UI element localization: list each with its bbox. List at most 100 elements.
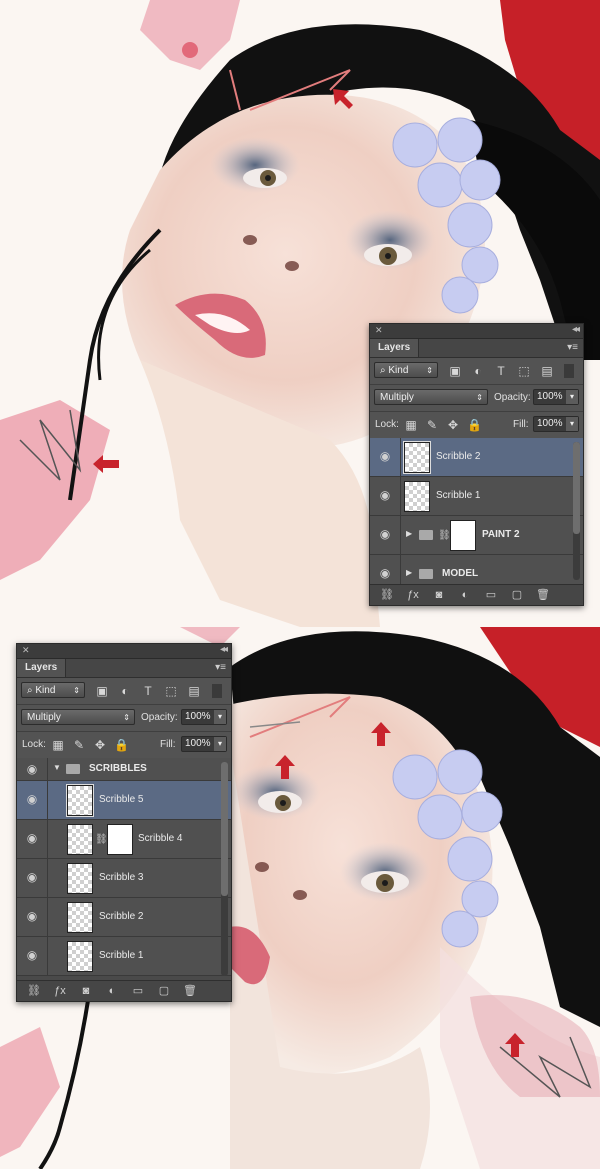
image-filter-icon[interactable]: ▣: [95, 684, 109, 698]
tab-layers[interactable]: Layers: [17, 659, 67, 677]
layer-group-row[interactable]: ◉ ▼ SCRIBBLES: [17, 758, 231, 781]
collapse-icon[interactable]: ◂◂: [572, 324, 580, 335]
adjustment-icon[interactable]: ◐: [458, 588, 472, 602]
eye-icon[interactable]: ◉: [23, 948, 41, 962]
eye-icon[interactable]: ◉: [23, 762, 41, 776]
adjustment-icon[interactable]: ◐: [105, 984, 119, 998]
type-filter-icon[interactable]: T: [494, 364, 508, 378]
fill-field[interactable]: 100% ▾: [533, 416, 579, 432]
scrollbar[interactable]: [573, 442, 580, 580]
fill-value: 100%: [537, 418, 563, 429]
filter-toggle[interactable]: [212, 684, 222, 698]
layer-row[interactable]: ◉ ▶ MODEL: [370, 555, 583, 584]
layer-name: Scribble 2: [436, 451, 481, 462]
layer-row[interactable]: ◉ Scribble 2: [17, 898, 231, 937]
filter-toggle[interactable]: [564, 364, 574, 378]
folder-icon: [66, 764, 80, 774]
shape-filter-icon[interactable]: ⬚: [164, 684, 178, 698]
mask-icon[interactable]: ◙: [432, 588, 446, 602]
layer-name: SCRIBBLES: [89, 763, 147, 774]
eye-icon[interactable]: ◉: [376, 566, 394, 580]
chain-icon[interactable]: ⛓: [95, 834, 108, 845]
dropdown-arrow-icon[interactable]: ▾: [214, 737, 226, 751]
eye-icon[interactable]: ◉: [376, 527, 394, 541]
blend-row: Multiply ⇕ Opacity: 100% ▾: [370, 385, 583, 412]
scrollbar-thumb[interactable]: [221, 762, 228, 896]
new-group-icon[interactable]: ▭: [484, 588, 498, 602]
opacity-field[interactable]: 100% ▾: [533, 389, 579, 405]
lock-brush-icon[interactable]: ✎: [72, 738, 86, 752]
dropdown-arrow-icon[interactable]: ▾: [214, 710, 226, 724]
smart-object-filter-icon[interactable]: ▤: [187, 684, 201, 698]
select-arrows-icon: ⇕: [476, 393, 483, 402]
blend-row: Multiply ⇕ Opacity: 100% ▾: [17, 705, 231, 732]
eye-icon[interactable]: ◉: [376, 449, 394, 463]
dropdown-arrow-icon[interactable]: ▾: [566, 390, 578, 404]
trash-icon[interactable]: 🗑: [536, 588, 550, 602]
new-group-icon[interactable]: ▭: [131, 984, 145, 998]
layer-mask-thumbnail: [107, 824, 133, 855]
filter-kind-select[interactable]: ⌕ Kind ⇕: [21, 682, 85, 698]
link-icon[interactable]: ⛓: [27, 984, 41, 998]
divider: [400, 438, 401, 476]
layer-row[interactable]: ◉ ▶ ⛓ PAINT 2: [370, 516, 583, 555]
lock-move-icon[interactable]: ✥: [93, 738, 107, 752]
layer-thumbnail: [403, 441, 431, 474]
fx-icon[interactable]: ƒx: [406, 588, 420, 602]
panel-menu-icon[interactable]: ▾≡: [215, 662, 226, 673]
collapse-icon[interactable]: ◂◂: [220, 644, 228, 655]
blend-mode-select[interactable]: Multiply ⇕: [374, 389, 488, 405]
panel-menu-icon[interactable]: ▾≡: [567, 342, 578, 353]
collapse-arrow-icon[interactable]: ▼: [53, 763, 61, 772]
layer-row[interactable]: ◉ Scribble 1: [17, 937, 231, 976]
dropdown-arrow-icon[interactable]: ▾: [566, 417, 578, 431]
search-icon: ⌕: [27, 685, 33, 696]
scrollbar-thumb[interactable]: [573, 442, 580, 534]
fx-icon[interactable]: ƒx: [53, 984, 67, 998]
lock-label: Lock:: [375, 419, 399, 430]
eye-icon[interactable]: ◉: [23, 909, 41, 923]
trash-icon[interactable]: 🗑: [183, 984, 197, 998]
expand-arrow-icon[interactable]: ▶: [406, 568, 412, 577]
chain-icon[interactable]: ⛓: [438, 530, 451, 541]
adjustment-filter-icon[interactable]: ◐: [471, 364, 485, 378]
type-filter-icon[interactable]: T: [141, 684, 155, 698]
link-icon[interactable]: ⛓: [380, 588, 394, 602]
fill-label: Fill:: [513, 419, 529, 430]
select-arrows-icon: ⇕: [426, 366, 433, 375]
lock-all-icon[interactable]: 🔒: [114, 738, 129, 752]
adjustment-filter-icon[interactable]: ◐: [118, 684, 132, 698]
shape-filter-icon[interactable]: ⬚: [517, 364, 531, 378]
tab-layers[interactable]: Layers: [370, 339, 420, 357]
filter-kind-select[interactable]: ⌕ Kind ⇕: [374, 362, 438, 378]
layer-row[interactable]: ◉ Scribble 2: [370, 438, 583, 477]
expand-arrow-icon[interactable]: ▶: [406, 529, 412, 538]
layer-row[interactable]: ◉ Scribble 3: [17, 859, 231, 898]
eye-icon[interactable]: ◉: [23, 831, 41, 845]
close-icon[interactable]: ✕: [22, 645, 30, 656]
new-layer-icon[interactable]: ▢: [157, 984, 171, 998]
layer-name: Scribble 1: [99, 950, 144, 961]
close-icon[interactable]: ✕: [375, 325, 383, 336]
eye-icon[interactable]: ◉: [23, 792, 41, 806]
new-layer-icon[interactable]: ▢: [510, 588, 524, 602]
scrollbar[interactable]: [221, 762, 228, 976]
image-filter-icon[interactable]: ▣: [448, 364, 462, 378]
eye-icon[interactable]: ◉: [23, 870, 41, 884]
lock-all-icon[interactable]: 🔒: [467, 418, 482, 432]
eye-icon[interactable]: ◉: [376, 488, 394, 502]
lock-transparent-icon[interactable]: ▦: [404, 418, 418, 432]
layer-thumbnail: [67, 863, 93, 894]
lock-move-icon[interactable]: ✥: [446, 418, 460, 432]
mask-icon[interactable]: ◙: [79, 984, 93, 998]
layer-row[interactable]: ◉ ⛓ Scribble 4: [17, 820, 231, 859]
lock-brush-icon[interactable]: ✎: [425, 418, 439, 432]
fill-field[interactable]: 100% ▾: [181, 736, 227, 752]
layer-row[interactable]: ◉ Scribble 1: [370, 477, 583, 516]
opacity-field[interactable]: 100% ▾: [181, 709, 227, 725]
smart-object-filter-icon[interactable]: ▤: [540, 364, 554, 378]
lock-transparent-icon[interactable]: ▦: [51, 738, 65, 752]
layer-row[interactable]: ◉ Scribble 5: [17, 781, 231, 820]
blend-mode-select[interactable]: Multiply ⇕: [21, 709, 135, 725]
blend-mode-label: Multiply: [380, 392, 414, 403]
